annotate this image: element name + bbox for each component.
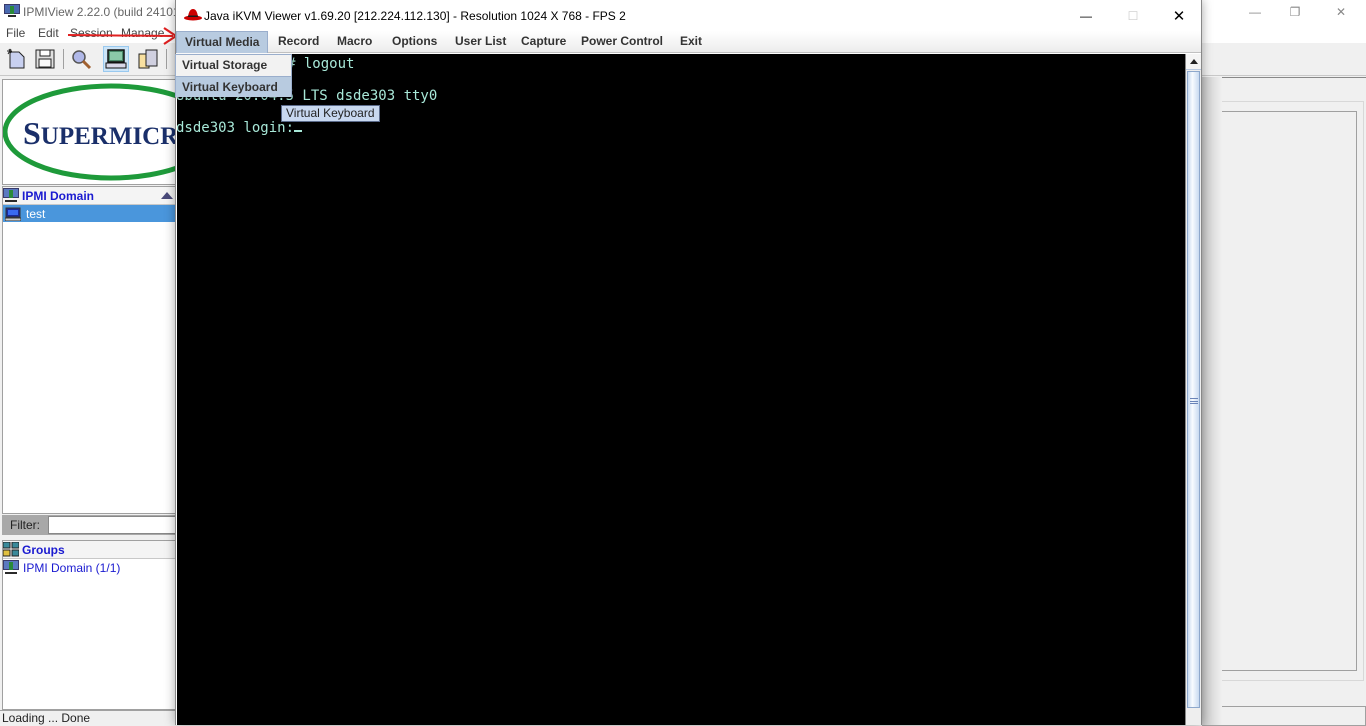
group-item-label: IPMI Domain (1/1) — [23, 560, 121, 575]
groups-icon — [3, 542, 19, 557]
ipmi-domain-label: IPMI Domain — [22, 188, 95, 203]
sort-ascending-icon[interactable] — [161, 192, 173, 199]
domain-icon — [3, 560, 19, 574]
tree-item-label: test — [26, 206, 46, 221]
svg-text:SUPERMICR: SUPERMICR — [23, 115, 176, 151]
status-bar: Loading ... Done — [0, 710, 176, 725]
vertical-scrollbar[interactable] — [1185, 54, 1201, 725]
menu-item-virtual-keyboard[interactable]: Virtual Keyboard — [176, 76, 291, 97]
save-button[interactable] — [32, 46, 58, 72]
virtual-media-dropdown: Virtual Storage Virtual Keyboard — [175, 54, 292, 97]
window-shadow — [1202, 77, 1222, 725]
menu-record[interactable]: Record — [270, 31, 327, 53]
menu-item-virtual-storage[interactable]: Virtual Storage — [176, 55, 291, 76]
login-prompt: dsde303 login: — [177, 120, 295, 136]
redhat-icon — [184, 9, 202, 21]
ikvm-maximize-button[interactable]: ☐ — [1110, 0, 1156, 31]
ipmi-restore-button[interactable]: ❐ — [1272, 0, 1318, 24]
monitor-button[interactable] — [103, 46, 129, 72]
ikvm-menubar: Virtual Media Record Macro Options User … — [176, 31, 1201, 53]
menu-edit[interactable]: Edit — [38, 26, 59, 40]
menu-power-control[interactable]: Power Control — [573, 31, 671, 53]
new-file-icon — [7, 48, 25, 69]
menu-options[interactable]: Options — [384, 31, 445, 53]
supermicro-logo-graphic: SUPERMICR — [3, 83, 176, 181]
toolbar-separator — [63, 49, 64, 69]
menu-virtual-media[interactable]: Virtual Media — [176, 31, 269, 53]
detail-panel-bottom — [1202, 706, 1366, 726]
ikvm-close-button[interactable]: ✕ — [1156, 0, 1202, 31]
menu-exit[interactable]: Exit — [672, 31, 710, 53]
host-icon — [5, 207, 21, 221]
filter-bar: Filter: — [2, 515, 176, 535]
menu-macro[interactable]: Macro — [329, 31, 380, 53]
scrollbar-thumb[interactable] — [1187, 71, 1200, 708]
search-button[interactable] — [68, 46, 94, 72]
copy-window-icon — [138, 49, 158, 69]
window-button[interactable] — [135, 46, 161, 72]
toolbar-separator — [166, 49, 167, 69]
menu-session[interactable]: Session — [70, 26, 113, 40]
monitor-icon — [105, 49, 127, 69]
ipmiview-left-panel: SUPERMICR IPMI Domain test Filter: Group… — [0, 77, 176, 710]
divider — [1202, 77, 1366, 78]
domain-icon — [3, 188, 19, 202]
groups-label: Groups — [22, 542, 65, 557]
group-item[interactable]: IPMI Domain (1/1) — [3, 559, 175, 576]
ipmi-app-icon — [4, 4, 20, 17]
ikvm-title: Java iKVM Viewer v1.69.20 [212.224.112.1… — [204, 9, 626, 23]
new-button[interactable] — [4, 46, 30, 72]
menu-manage[interactable]: Manage — [121, 26, 164, 40]
ipmiview-right-panel — [1202, 77, 1366, 726]
remote-console-screen[interactable]: root@dsde303:~# logout Ubuntu 20.04.5 LT… — [177, 54, 1185, 725]
text-cursor — [294, 130, 303, 132]
search-icon — [72, 50, 92, 70]
ikvm-titlebar: Java iKVM Viewer v1.69.20 [212.224.112.1… — [176, 0, 1201, 31]
ikvm-minimize-button[interactable]: — — [1063, 0, 1109, 31]
grip-icon — [1190, 398, 1198, 404]
menu-user-list[interactable]: User List — [447, 31, 514, 53]
filter-input[interactable] — [48, 516, 176, 534]
groups-tree: Groups IPMI Domain (1/1) — [2, 540, 176, 710]
supermicro-logo: SUPERMICR — [2, 79, 176, 185]
tooltip: Virtual Keyboard — [281, 105, 380, 122]
detail-panel-inner — [1202, 111, 1357, 671]
ipmi-domain-header[interactable]: IPMI Domain — [3, 187, 175, 205]
filter-label: Filter: — [10, 518, 40, 532]
ipmiview-title: IPMIView 2.22.0 (build 241017 — [23, 5, 187, 19]
tree-item-test[interactable]: test — [3, 205, 175, 222]
menu-capture[interactable]: Capture — [513, 31, 574, 53]
save-icon — [35, 49, 55, 69]
arrow-up-icon — [1189, 59, 1198, 64]
terminal-prompt: dsde303 login: — [177, 120, 303, 136]
ipmi-close-button[interactable]: ✕ — [1318, 0, 1364, 24]
menu-file[interactable]: File — [6, 26, 25, 40]
scroll-up-button[interactable] — [1186, 54, 1201, 70]
ipmi-domain-tree: IPMI Domain test — [2, 186, 176, 514]
groups-header: Groups — [3, 541, 175, 559]
